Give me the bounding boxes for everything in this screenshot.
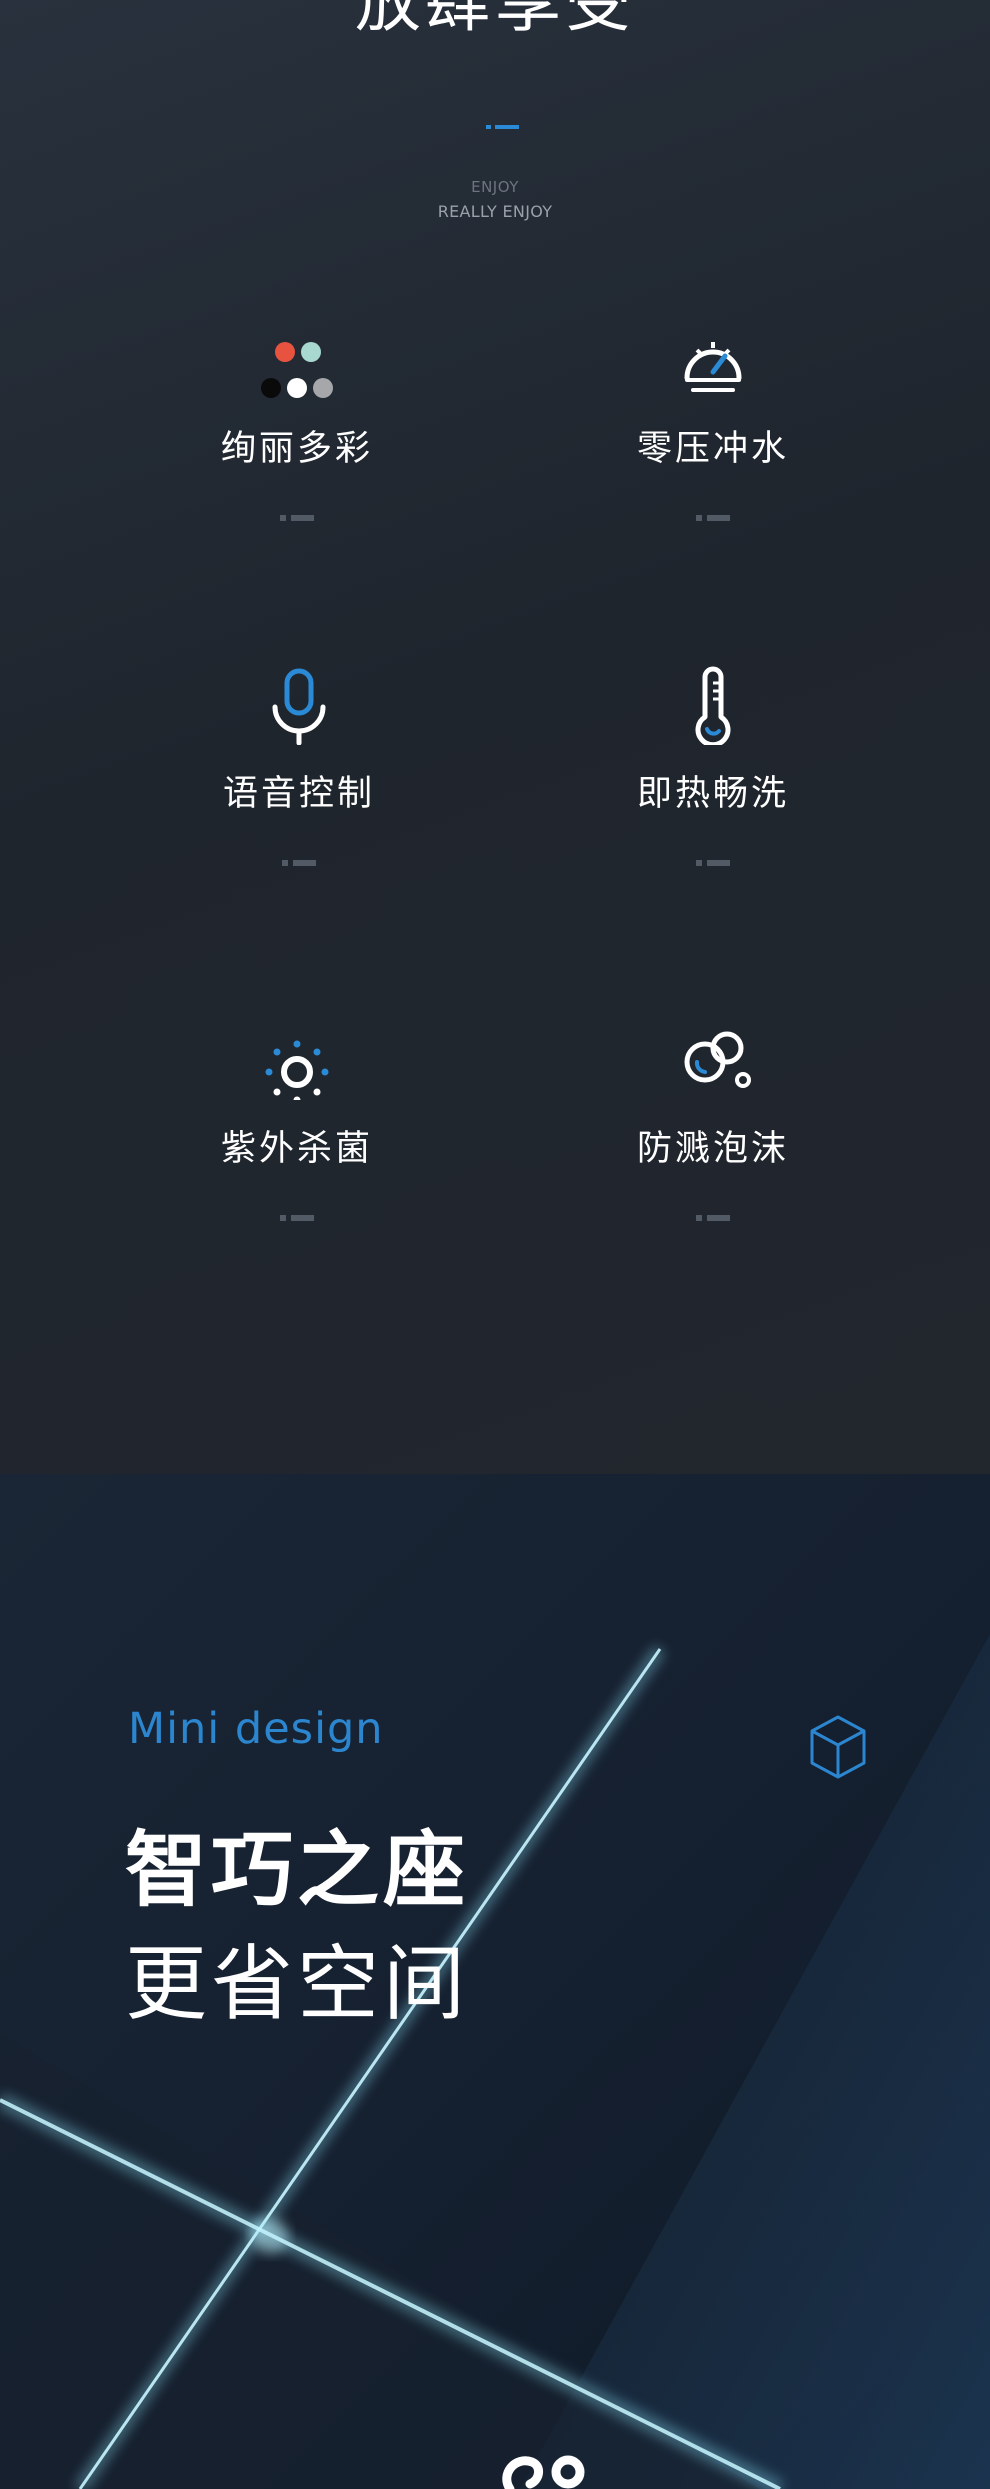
feature-voice-control: 语音控制 bbox=[149, 665, 449, 965]
colors-dots-icon bbox=[261, 342, 333, 398]
pressure-gauge-icon bbox=[684, 342, 742, 392]
feature-splash-foam: 防溅泡沫 bbox=[563, 1020, 863, 1320]
feature-instant-heat: 即热畅洗 bbox=[563, 665, 863, 965]
feature-zero-pressure: 零压冲水 bbox=[563, 320, 863, 620]
feature-divider bbox=[696, 515, 730, 521]
feature-uv-sterilize: 紫外杀菌 bbox=[147, 1020, 447, 1320]
features-section: 放肆享受 ENJOY REALLY ENJOY 绚丽多彩 零压冲水 语音控制 即… bbox=[0, 0, 990, 1474]
feature-label: 防溅泡沫 bbox=[636, 1129, 789, 1169]
feature-divider bbox=[280, 515, 314, 521]
product-logo-partial bbox=[502, 2455, 585, 2489]
thermometer-icon bbox=[695, 666, 731, 745]
feature-colorful: 绚丽多彩 bbox=[147, 320, 447, 620]
title-divider bbox=[486, 125, 520, 129]
microphone-icon bbox=[272, 668, 326, 745]
headline-regular: 更省空间 bbox=[125, 1937, 470, 2032]
feature-label: 绚丽多彩 bbox=[220, 429, 373, 469]
feature-label: 即热畅洗 bbox=[636, 774, 789, 814]
foam-bubbles-icon bbox=[684, 1031, 751, 1088]
feature-divider bbox=[282, 860, 316, 866]
uv-sun-icon bbox=[265, 1040, 329, 1100]
headline-bold: 智巧之座 bbox=[125, 1823, 470, 1918]
section-subtitle-enjoy: ENJOY bbox=[471, 178, 519, 196]
feature-label: 语音控制 bbox=[222, 774, 375, 814]
section-subtitle-really-enjoy: REALLY ENJOY bbox=[437, 202, 553, 221]
feature-divider bbox=[696, 1215, 730, 1221]
feature-divider bbox=[280, 1215, 314, 1221]
feature-label: 零压冲水 bbox=[636, 429, 789, 469]
mini-design-tag: Mini design bbox=[128, 1704, 384, 1754]
feature-divider bbox=[696, 860, 730, 866]
mini-design-section: Mini design 智巧之座 更省空间 bbox=[0, 1474, 990, 2489]
section-title: 放肆享受 bbox=[355, 0, 635, 41]
feature-label: 紫外杀菌 bbox=[220, 1129, 373, 1169]
cube-icon bbox=[810, 1715, 866, 1779]
